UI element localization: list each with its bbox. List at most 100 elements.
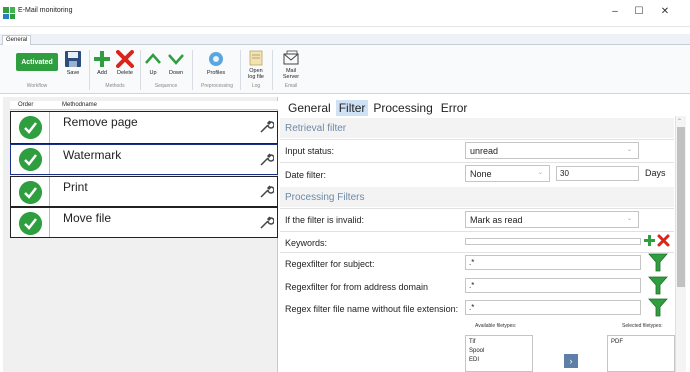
wrench-icon[interactable] bbox=[258, 183, 274, 199]
input-status-select[interactable]: unread ⌄ bbox=[465, 142, 639, 159]
divider bbox=[280, 252, 674, 253]
down-button[interactable]: Down bbox=[166, 50, 186, 76]
dropdown-arrow-icon: ⌄ bbox=[537, 170, 543, 176]
domain-regex-input[interactable]: .* bbox=[465, 278, 641, 293]
chevron-up-icon bbox=[145, 53, 161, 64]
ribbon-separator bbox=[240, 50, 241, 90]
mail-server-icon bbox=[283, 50, 299, 65]
wrench-icon[interactable] bbox=[258, 118, 274, 134]
order-cell bbox=[11, 112, 50, 143]
check-circle-icon bbox=[19, 116, 42, 139]
keywords-input[interactable] bbox=[465, 238, 641, 245]
column-header-order[interactable]: Order bbox=[18, 102, 33, 108]
ribbon-separator bbox=[272, 50, 273, 90]
list-item[interactable]: Spool bbox=[469, 347, 529, 356]
method-row-print[interactable]: Print bbox=[10, 176, 278, 207]
tab-processing[interactable]: Processing bbox=[370, 100, 435, 116]
keywords-label: Keywords: bbox=[285, 238, 328, 248]
log-file-icon bbox=[249, 50, 263, 66]
maximize-button[interactable]: ☐ bbox=[632, 5, 646, 19]
subject-regex-input[interactable]: .* bbox=[465, 255, 641, 270]
remove-keyword-icon[interactable] bbox=[657, 234, 670, 247]
method-name: Remove page bbox=[63, 115, 138, 129]
method-name: Move file bbox=[63, 211, 112, 225]
filter-funnel-icon[interactable] bbox=[648, 297, 668, 317]
order-cell bbox=[11, 177, 50, 206]
minimize-button[interactable]: – bbox=[608, 5, 622, 19]
group-email: Email bbox=[284, 83, 298, 89]
order-cell bbox=[11, 208, 50, 237]
filter-funnel-icon[interactable] bbox=[648, 252, 668, 272]
list-item[interactable]: EDI bbox=[469, 356, 529, 365]
list-item[interactable]: PDF bbox=[611, 338, 671, 347]
activated-button[interactable]: Activated bbox=[16, 53, 58, 71]
check-circle-icon bbox=[19, 212, 42, 235]
ribbon-separator bbox=[89, 50, 90, 90]
processing-filters-title: Processing Filters bbox=[285, 192, 365, 203]
wrench-icon[interactable] bbox=[258, 214, 274, 230]
method-name: Watermark bbox=[63, 148, 122, 162]
save-icon bbox=[65, 51, 81, 67]
days-label: Days bbox=[645, 168, 666, 178]
filename-regex-label: Regex filter file name without file exte… bbox=[285, 304, 459, 314]
group-workflow: Workflow bbox=[26, 83, 48, 89]
check-circle-icon bbox=[19, 148, 42, 171]
group-preprocessing: Preprocessing bbox=[201, 83, 233, 89]
ribbon-separator bbox=[140, 50, 141, 90]
tab-general[interactable]: General bbox=[285, 100, 334, 116]
wrench-icon[interactable] bbox=[258, 151, 274, 167]
title-bar: E-Mail monitoring – ☐ ✕ bbox=[0, 0, 690, 27]
invalid-filter-label: If the filter is invalid: bbox=[285, 215, 365, 225]
ribbon-tab-strip: General bbox=[0, 34, 690, 45]
settings-tabs: General Filter Processing Error bbox=[285, 100, 472, 116]
divider bbox=[280, 139, 674, 140]
domain-regex-label: Regexfilter for from address domain bbox=[285, 282, 429, 292]
order-cell bbox=[11, 145, 50, 174]
divider bbox=[280, 162, 674, 163]
methods-list-header: Order Methodname bbox=[10, 101, 278, 110]
tab-error[interactable]: Error bbox=[438, 100, 471, 116]
profiles-button[interactable]: Profiles bbox=[202, 50, 230, 76]
retrieval-filter-title: Retrieval filter bbox=[285, 123, 347, 134]
available-filetypes-list[interactable]: Tif Spool EDI bbox=[465, 335, 533, 372]
method-row-move-file[interactable]: Move file bbox=[10, 207, 278, 238]
filter-funnel-icon[interactable] bbox=[648, 275, 668, 295]
date-filter-days-input[interactable]: 30 bbox=[556, 166, 639, 181]
available-filetypes-label: Available filetypes: bbox=[475, 323, 517, 329]
chevron-down-icon bbox=[168, 54, 184, 65]
move-right-button[interactable]: › bbox=[564, 354, 578, 368]
date-filter-select[interactable]: None ⌄ bbox=[465, 165, 550, 182]
save-button[interactable]: Save bbox=[62, 50, 84, 76]
divider bbox=[280, 208, 674, 209]
selected-filetypes-list[interactable]: PDF bbox=[607, 335, 675, 372]
method-row-watermark[interactable]: Watermark bbox=[10, 144, 278, 175]
ribbon-separator bbox=[192, 50, 193, 90]
subject-regex-label: Regexfilter for subject: bbox=[285, 259, 375, 269]
invalid-filter-select[interactable]: Mark as read ⌄ bbox=[465, 211, 639, 228]
date-filter-label: Date filter: bbox=[285, 170, 327, 180]
list-item[interactable]: Tif bbox=[469, 338, 529, 347]
delete-x-icon bbox=[116, 50, 134, 68]
method-row-remove-page[interactable]: Remove page bbox=[10, 111, 278, 144]
mail-server-button[interactable]: Mail Server bbox=[280, 50, 302, 80]
divider bbox=[280, 231, 674, 232]
tab-filter[interactable]: Filter bbox=[335, 100, 369, 116]
up-button[interactable]: Up bbox=[144, 50, 162, 76]
check-circle-icon bbox=[19, 181, 42, 204]
scrollbar-thumb[interactable] bbox=[677, 127, 685, 287]
filename-regex-input[interactable]: .* bbox=[465, 300, 641, 315]
plus-icon bbox=[94, 51, 110, 67]
scroll-up-icon[interactable]: ⌃ bbox=[677, 118, 682, 125]
input-status-label: Input status: bbox=[285, 146, 335, 156]
group-methods: Methods bbox=[105, 83, 125, 89]
close-button[interactable]: ✕ bbox=[658, 5, 672, 19]
column-header-methodname[interactable]: Methodname bbox=[62, 102, 97, 108]
group-sequence: Sequence bbox=[154, 83, 178, 89]
open-log-file-button[interactable]: Open log file bbox=[245, 50, 267, 80]
tab-general-ribbon[interactable]: General bbox=[2, 35, 32, 45]
profiles-gear-icon bbox=[209, 52, 223, 66]
add-button[interactable]: Add bbox=[93, 50, 111, 76]
delete-button[interactable]: Delete bbox=[114, 50, 136, 76]
dropdown-arrow-icon: ⌄ bbox=[626, 147, 632, 153]
add-keyword-icon[interactable] bbox=[643, 234, 656, 247]
